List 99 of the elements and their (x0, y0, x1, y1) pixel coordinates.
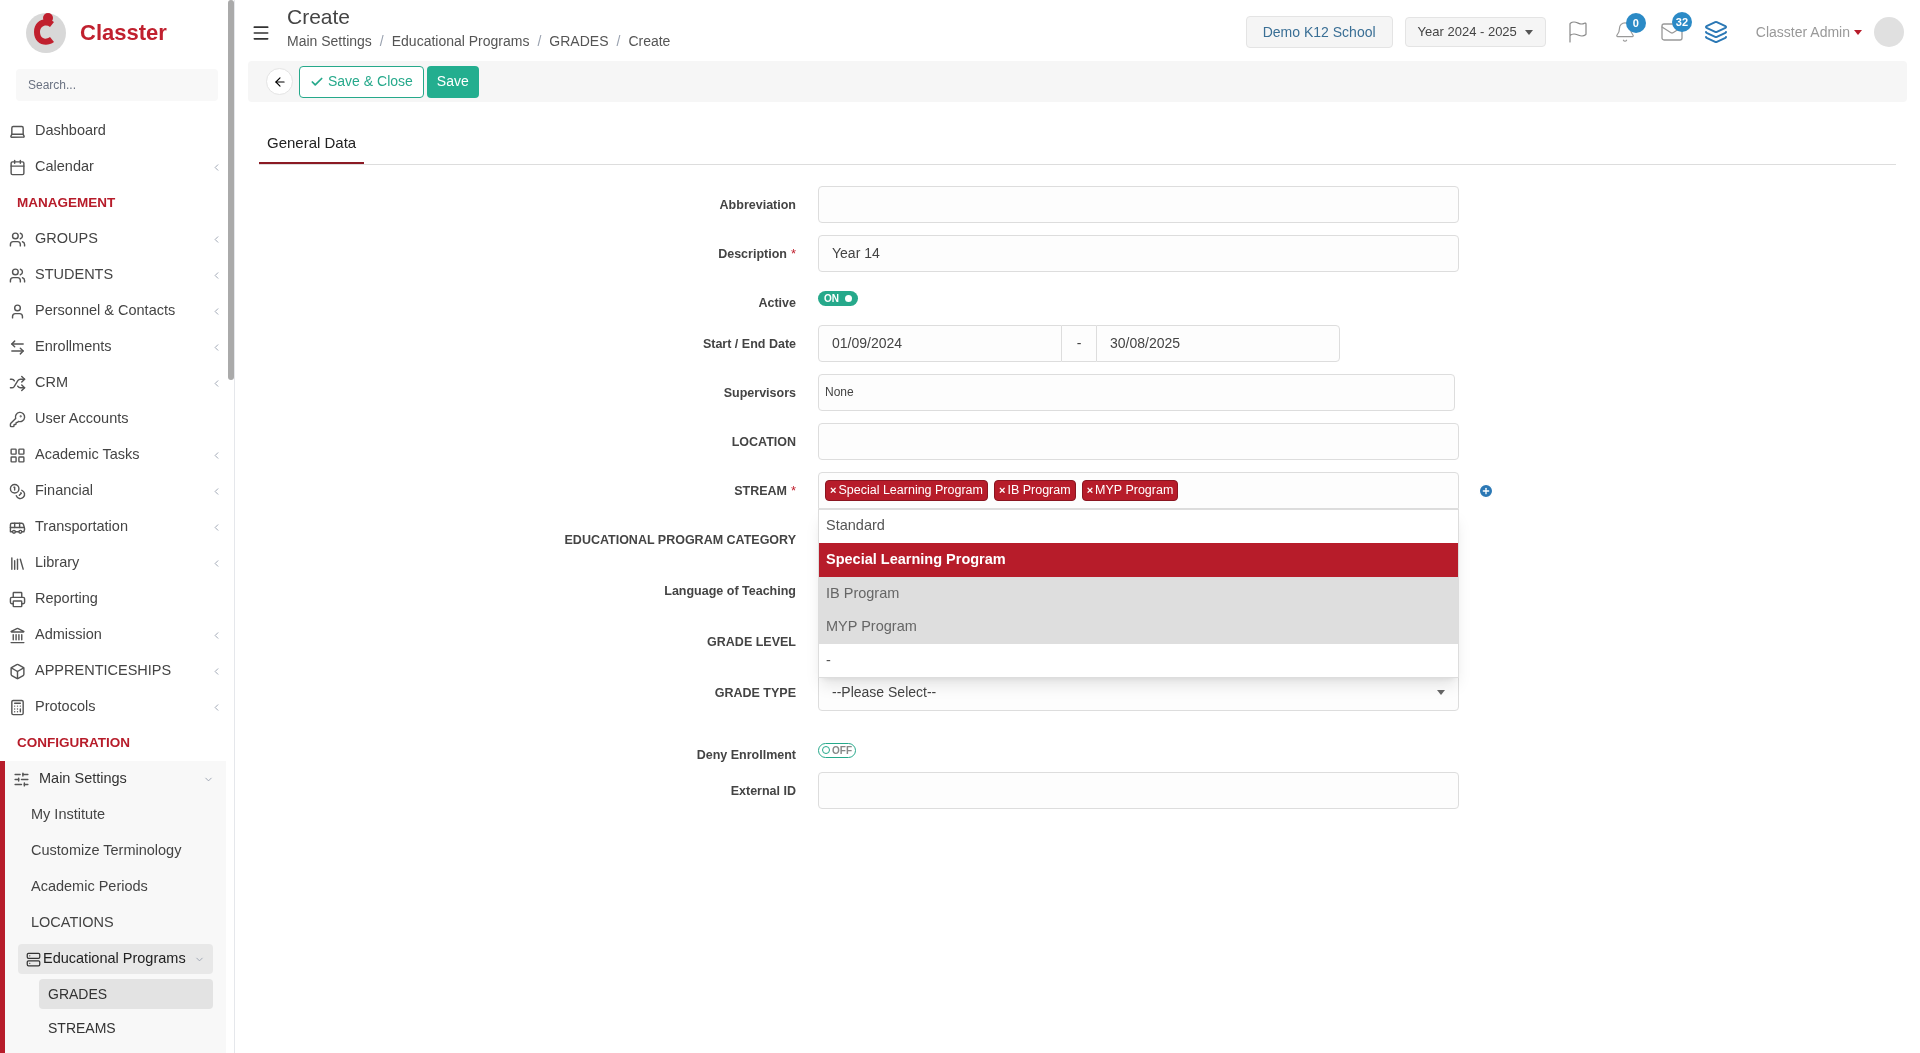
sidebar-item[interactable]: Educational Programs (18, 944, 213, 974)
date-separator: - (1062, 324, 1096, 362)
add-icon[interactable] (1478, 482, 1494, 499)
field-label: GRADE LEVEL (707, 634, 796, 649)
required-mark: * (790, 245, 796, 261)
menu-icon[interactable] (251, 23, 271, 43)
breadcrumb-link[interactable]: GRADES (549, 31, 609, 52)
dropdown-option[interactable]: MYP Program (819, 610, 1458, 644)
sidebar-item[interactable]: Customize Terminology (5, 833, 226, 869)
field-label: External ID (730, 783, 796, 798)
calendar-icon (9, 158, 26, 176)
tag-label: MYP Program (1095, 481, 1174, 499)
required-mark: * (790, 482, 796, 498)
building-icon (9, 626, 26, 644)
caret-icon (1437, 689, 1445, 695)
school-button[interactable]: Demo K12 School (1245, 16, 1393, 48)
sidebar-item[interactable]: Dashboard (0, 113, 226, 149)
remove-tag-button[interactable]: × (998, 481, 1006, 499)
printer-icon (9, 590, 26, 608)
notification-count: 0 (1625, 13, 1646, 33)
person-icon (9, 302, 26, 320)
sidebar-item[interactable]: Reporting (0, 581, 226, 617)
calculator-icon (9, 698, 26, 716)
input-field[interactable] (818, 422, 1459, 460)
page-title: Create (287, 4, 352, 30)
input-field[interactable] (818, 771, 1459, 809)
field-label: Start / End Date (702, 336, 796, 351)
multiselect-field[interactable]: None (818, 373, 1455, 411)
breadcrumb-separator: / (379, 32, 384, 51)
message-count: 32 (1671, 12, 1693, 32)
remove-tag-button[interactable]: × (830, 481, 837, 499)
sidebar-item[interactable]: GRADES (39, 979, 213, 1009)
field-label: EDUCATIONAL PROGRAM CATEGORY (564, 532, 796, 547)
dropdown-option[interactable]: Special Learning Program (819, 543, 1458, 577)
field-label: Abbreviation (719, 197, 796, 212)
field-label: STREAM (734, 483, 787, 498)
search-field[interactable]: Search... (16, 69, 218, 101)
grid-icon (9, 446, 26, 464)
field-label: Supervisors (723, 385, 796, 400)
breadcrumb-link[interactable]: Educational Programs (391, 31, 530, 52)
dropdown-option[interactable]: - (819, 643, 1458, 678)
sidebar-item[interactable]: Library (0, 545, 226, 581)
server-icon (26, 951, 41, 967)
field-label: Language of Teaching (664, 583, 796, 598)
input-field[interactable] (818, 185, 1459, 223)
tag-input-field[interactable]: × Special Learning Program × IB Program × MYP Program (818, 471, 1459, 509)
sidebar-item[interactable]: User Accounts (0, 401, 226, 437)
year-dropdown[interactable]: Year 2024 - 2025 (1404, 17, 1546, 47)
breadcrumb-link[interactable]: Main Settings (287, 31, 372, 52)
sidebar-item[interactable]: GROUPS (0, 221, 226, 257)
field-label: GRADE TYPE (714, 685, 796, 700)
remove-tag-button[interactable]: × (1086, 481, 1094, 499)
sidebar-item[interactable]: CRM (0, 365, 226, 401)
users-icon (9, 266, 26, 284)
breadcrumb-separator: / (537, 32, 542, 51)
sidebar-item[interactable]: Admission (0, 617, 226, 653)
sidebar-item[interactable]: Main Settings (5, 761, 226, 797)
coins-icon (9, 482, 26, 500)
sidebar-item[interactable]: Personnel & Contacts (0, 293, 226, 329)
caret-icon (1854, 29, 1862, 35)
scrollbar[interactable] (228, 0, 234, 380)
sidebar-item[interactable]: Calendar (0, 149, 226, 185)
field-label: Deny Enrollment (696, 747, 796, 762)
sidebar-item[interactable]: STUDENTS (0, 257, 226, 293)
caret-icon (1524, 29, 1533, 35)
key-icon (9, 410, 26, 428)
tag-label: Special Learning Program (838, 481, 983, 499)
sliders-icon (13, 770, 30, 788)
arrows-icon (9, 338, 26, 356)
shuffle-icon (9, 374, 26, 392)
sidebar-item[interactable]: STREAMS (39, 1013, 213, 1043)
sidebar-item[interactable]: Protocols (0, 689, 226, 725)
back-button[interactable] (266, 68, 293, 95)
brand-name: Classter (80, 19, 167, 47)
layers-icon[interactable] (1703, 20, 1728, 44)
input-field[interactable]: Year 14 (818, 234, 1459, 272)
sidebar-item[interactable]: Transportation (0, 509, 226, 545)
sidebar-item[interactable]: APPRENTICESHIPS (0, 653, 226, 689)
field-label: Active (758, 295, 796, 310)
sidebar-item[interactable]: My Institute (5, 797, 226, 833)
breadcrumb-separator: / (616, 32, 621, 51)
tag-label: IB Program (1007, 481, 1071, 499)
box-icon (9, 662, 26, 680)
dropdown-option[interactable]: Standard (819, 509, 1458, 544)
date-field[interactable]: 01/09/2024 (818, 324, 1062, 362)
dropdown-option[interactable]: IB Program (819, 576, 1458, 611)
sidebar-item[interactable]: Financial (0, 473, 226, 509)
sidebar-item[interactable]: Academic Tasks (0, 437, 226, 473)
sidebar-item[interactable]: LOCATIONS (5, 905, 226, 941)
books-icon (9, 554, 26, 572)
field-label: Description (718, 246, 787, 261)
date-field[interactable]: 30/08/2025 (1096, 324, 1340, 362)
section-heading: MANAGEMENT (17, 193, 116, 212)
section-heading: CONFIGURATION (17, 733, 130, 752)
sidebar-item[interactable]: Enrollments (0, 329, 226, 365)
tab[interactable]: General Data (259, 132, 365, 164)
field-label: LOCATION (731, 434, 796, 449)
people-group-icon (9, 230, 26, 248)
sidebar-item[interactable]: Academic Periods (5, 869, 226, 905)
